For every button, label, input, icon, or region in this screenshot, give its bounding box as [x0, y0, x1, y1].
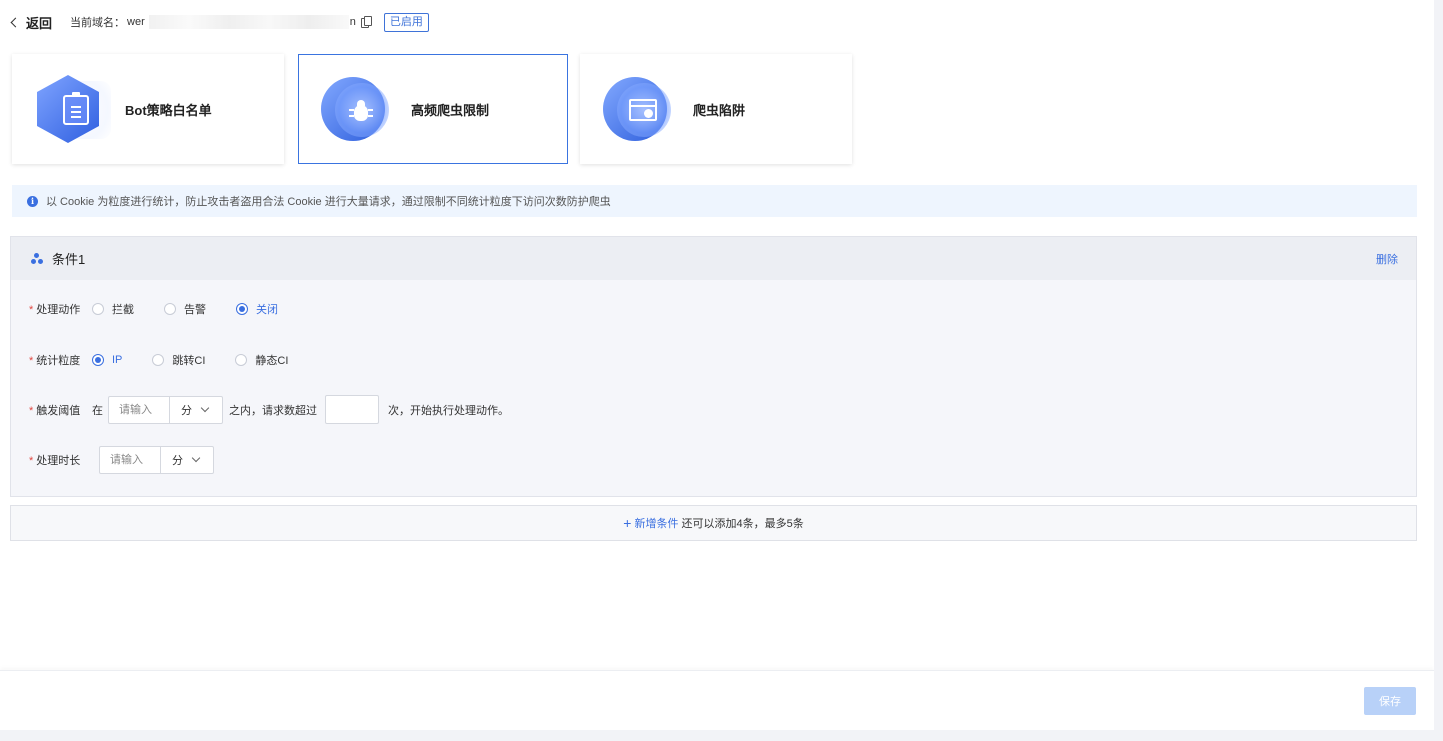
card-title: 高频爬虫限制: [411, 102, 490, 118]
threshold-prefix: 在: [92, 404, 103, 417]
status-badge: 已启用: [383, 12, 429, 32]
save-button[interactable]: 保存: [1364, 687, 1416, 715]
radio-circle: [152, 354, 165, 366]
radio-circle: [92, 303, 104, 315]
radio-static-ci[interactable]: 静态CI: [235, 352, 288, 368]
card-crawler-trap[interactable]: 爬虫陷阱: [580, 54, 852, 164]
delete-condition-link[interactable]: 删除: [1376, 251, 1398, 267]
card-title: Bot策略白名单: [125, 102, 212, 118]
threshold-label: * 触发阈值: [29, 404, 81, 417]
radio-alert[interactable]: 告警: [164, 301, 206, 317]
threshold-unit-select[interactable]: 分: [170, 397, 222, 423]
unit-value: 分: [172, 455, 183, 467]
row-threshold: *触发阈值 在 分 之内，请求数超过 次，开始执行处理动作。: [29, 395, 509, 424]
duration-unit-select[interactable]: 分: [161, 447, 213, 473]
radio-circle: [236, 303, 248, 315]
whitelist-doc-icon: [35, 75, 111, 143]
action-label: * 处理动作: [29, 304, 81, 316]
domain-label: 当前域名：: [70, 17, 126, 29]
bug-icon: [321, 75, 389, 143]
top-bar: 返回 当前域名： wer n 已启用: [10, 12, 429, 32]
radio-ip[interactable]: IP: [92, 354, 122, 366]
row-action: * 处理动作 拦截 告警 关闭: [29, 301, 308, 317]
footer-bar: 保存: [0, 670, 1434, 730]
duration-input[interactable]: [100, 447, 161, 473]
page: 返回 当前域名： wer n 已启用 Bot策略白名单 高频爬虫限制 爬虫陷阱 …: [0, 0, 1434, 741]
add-condition-hint: 还可以添加4条，最多5条: [681, 518, 804, 530]
threshold-time-input[interactable]: [109, 396, 170, 423]
chevron-down-icon: [200, 403, 210, 412]
plus-icon: +: [623, 514, 632, 531]
unit-value: 分: [181, 404, 192, 417]
radio-label: 告警: [184, 304, 206, 316]
row-granularity: * 统计粒度 IP 跳转CI 静态CI: [29, 352, 318, 368]
strategy-cards: Bot策略白名单 高频爬虫限制 爬虫陷阱: [12, 54, 864, 164]
card-title: 爬虫陷阱: [693, 102, 746, 118]
info-icon: i: [27, 195, 38, 207]
notice-text: 以 Cookie 为粒度进行统计，防止攻击者盗用合法 Cookie 进行大量请求…: [46, 196, 611, 208]
back-label: 返回: [26, 15, 53, 31]
info-notice: i 以 Cookie 为粒度进行统计，防止攻击者盗用合法 Cookie 进行大量…: [12, 185, 1417, 217]
request-count-input[interactable]: [325, 395, 379, 424]
footer-strip: [0, 730, 1443, 741]
add-condition-bar: + 新增条件 还可以添加4条，最多5条: [10, 505, 1417, 541]
copy-icon[interactable]: [360, 16, 372, 28]
radio-block[interactable]: 拦截: [92, 301, 134, 317]
chevron-down-icon: [191, 453, 201, 463]
row-duration: *处理时长 分: [29, 446, 214, 474]
condition-tree-icon: [31, 253, 43, 264]
radio-label: 静态CI: [255, 355, 289, 367]
radio-label: 拦截: [112, 304, 134, 316]
domain-value-start: wer: [127, 16, 145, 28]
condition-header: 条件1 删除: [11, 237, 1416, 280]
card-bot-whitelist[interactable]: Bot策略白名单: [12, 54, 284, 164]
radio-close[interactable]: 关闭: [236, 301, 278, 317]
radio-circle: [164, 303, 176, 315]
domain-value-end: n: [349, 16, 356, 28]
threshold-middle: 之内，请求数超过: [229, 404, 317, 417]
radio-label: 关闭: [256, 304, 278, 316]
back-button[interactable]: 返回: [10, 13, 53, 32]
condition-title: 条件1: [52, 252, 86, 267]
scroll-gutter: [1434, 0, 1443, 741]
radio-label: 跳转CI: [172, 355, 206, 367]
crawler-trap-icon: [603, 75, 671, 143]
radio-circle: [235, 354, 248, 366]
radio-circle: [92, 354, 104, 366]
duration-label: * 处理时长: [29, 455, 81, 467]
add-condition-label: 新增条件: [634, 518, 679, 530]
radio-redirect-ci[interactable]: 跳转CI: [152, 352, 205, 368]
condition-panel: 条件1 删除 * 处理动作 拦截 告警 关闭 * 统计粒度 IP 跳转CI 静态…: [10, 236, 1417, 497]
add-condition-button[interactable]: + 新增条件: [623, 515, 678, 531]
domain-redaction: [148, 15, 349, 29]
granularity-label: * 统计粒度: [29, 355, 81, 367]
duration-combo: 分: [99, 446, 214, 474]
card-high-frequency-crawler[interactable]: 高频爬虫限制: [298, 54, 568, 164]
radio-label: IP: [112, 354, 123, 366]
threshold-suffix: 次，开始执行处理动作。: [388, 404, 509, 417]
chevron-left-icon: [10, 17, 21, 28]
threshold-time-combo: 分: [108, 395, 223, 424]
